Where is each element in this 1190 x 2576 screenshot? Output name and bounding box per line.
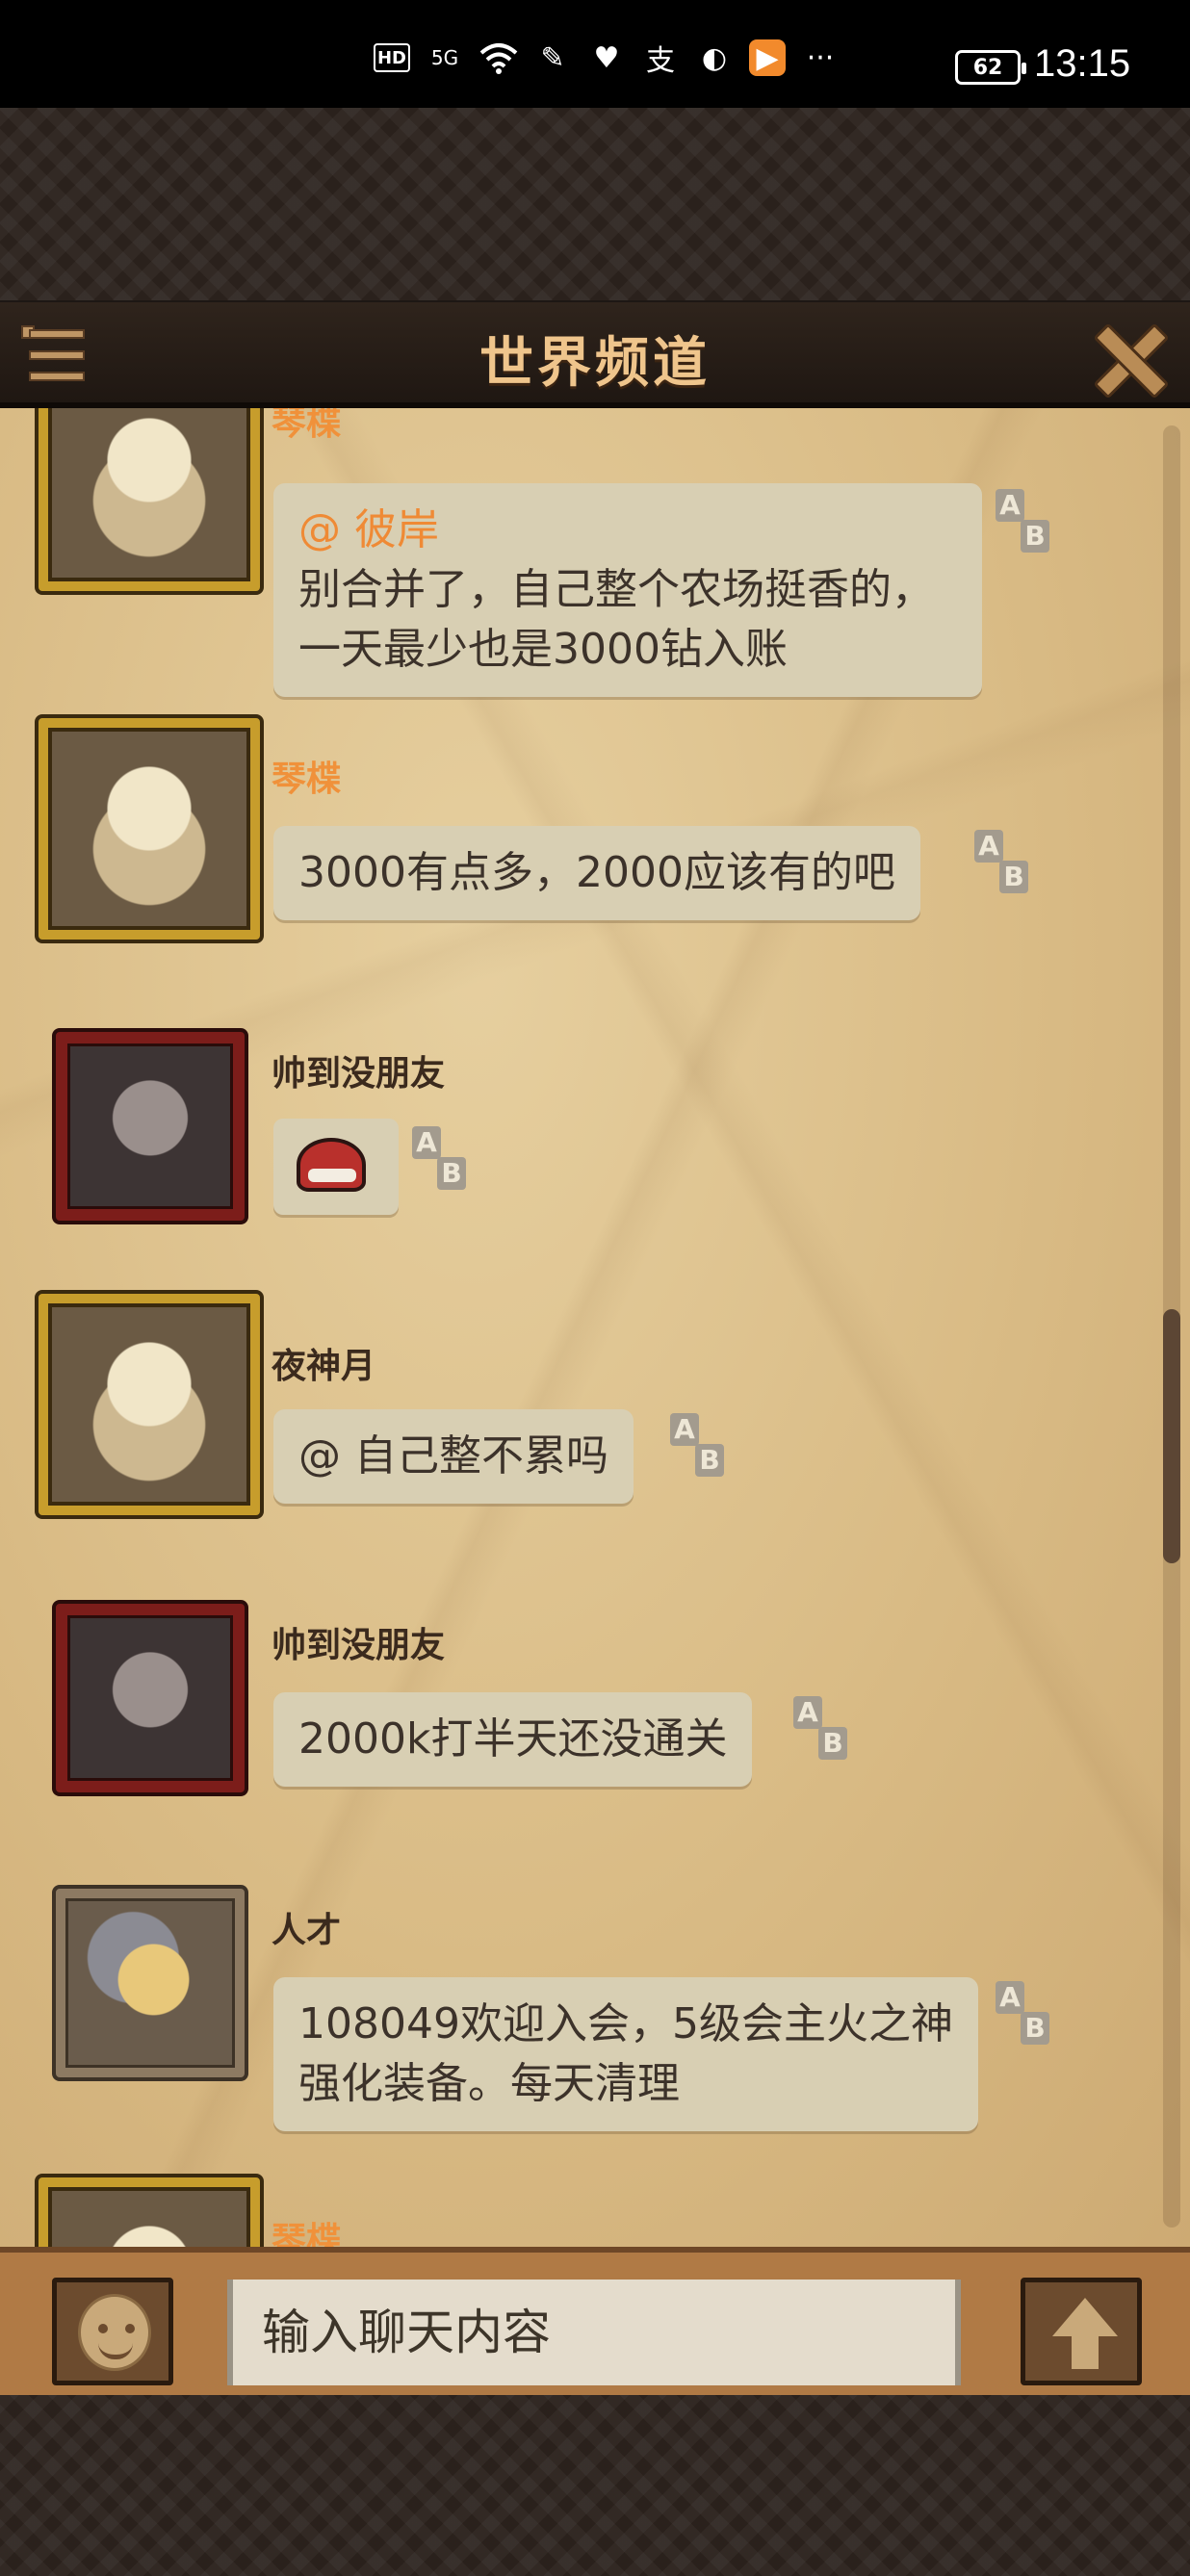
- sender-name[interactable]: 人才: [272, 1902, 341, 1952]
- user-avatar[interactable]: [39, 718, 260, 940]
- video-app-icon: ▶: [749, 39, 786, 76]
- hd-icon: HD: [374, 43, 410, 72]
- page-title: 世界频道: [479, 332, 711, 395]
- user-avatar[interactable]: [39, 1294, 260, 1515]
- sender-name[interactable]: 帅到没朋友: [272, 1617, 445, 1667]
- sender-name[interactable]: 琴楪: [272, 751, 341, 801]
- chat-input[interactable]: [227, 2280, 961, 2385]
- sticker-message[interactable]: [273, 1119, 399, 1215]
- emoji-button[interactable]: [52, 2278, 173, 2385]
- decorative-bottom-band: [0, 2395, 1190, 2576]
- channel-header: 世界频道: [0, 302, 1190, 408]
- battery-indicator: 62: [955, 50, 1026, 85]
- chat-message-list[interactable]: 琴楪 @ 彼岸 别合并了，自己整个农场挺香的，一天最少也是3000钻入账 A B…: [0, 408, 1190, 2247]
- more-notifications-icon: ···: [806, 40, 835, 75]
- message-bubble[interactable]: 2000k打半天还没通关: [273, 1692, 753, 1787]
- send-arrow-icon: [1052, 2298, 1118, 2336]
- scrollbar-thumb[interactable]: [1163, 1309, 1180, 1563]
- sender-name[interactable]: 帅到没朋友: [272, 1045, 445, 1095]
- translate-icon[interactable]: A B: [992, 487, 1055, 556]
- sender-name[interactable]: 琴楪: [272, 408, 341, 445]
- message-bubble[interactable]: 108049欢迎入会，5级会主火之神强化装备。每天清理: [273, 1977, 978, 2131]
- translate-icon[interactable]: A B: [970, 828, 1034, 897]
- translate-icon[interactable]: A B: [408, 1124, 472, 1194]
- browser-icon: ◐: [701, 40, 728, 75]
- health-icon: ♥: [593, 40, 620, 75]
- user-avatar[interactable]: [56, 1604, 245, 1792]
- wifi-icon: [479, 39, 518, 77]
- app-notification-icon: ✎: [540, 40, 565, 75]
- red-hat-sticker-icon: [297, 1138, 366, 1192]
- status-icons: HD 5G ✎ ♥ 支 ◐ ▶ ···: [374, 39, 840, 78]
- alipay-icon: 支: [646, 44, 675, 78]
- message-bubble[interactable]: @ 自己整不累吗: [273, 1409, 634, 1504]
- user-avatar[interactable]: [39, 408, 260, 591]
- message-bubble[interactable]: 3000有点多，2000应该有的吧: [273, 826, 920, 920]
- decorative-top-band: [0, 108, 1190, 300]
- sender-name[interactable]: 琴楪: [272, 2212, 341, 2247]
- user-avatar[interactable]: [56, 1032, 245, 1221]
- chat-input-bar: [0, 2247, 1190, 2395]
- message-text: 别合并了，自己整个农场挺香的，一天最少也是3000钻入账: [298, 565, 934, 674]
- user-avatar[interactable]: [39, 2177, 260, 2247]
- translate-icon[interactable]: A B: [666, 1411, 730, 1481]
- message-bubble[interactable]: @ 彼岸 别合并了，自己整个农场挺香的，一天最少也是3000钻入账: [273, 483, 982, 697]
- status-time: 13:15: [1034, 42, 1131, 85]
- status-bar: HD 5G ✎ ♥ 支 ◐ ▶ ··· 62 13:15: [0, 0, 1190, 108]
- translate-icon[interactable]: A B: [789, 1694, 853, 1764]
- mention-text[interactable]: @ 彼岸: [298, 501, 957, 560]
- emoji-face-icon: [78, 2294, 151, 2371]
- translate-icon[interactable]: A B: [992, 1979, 1055, 2048]
- send-button[interactable]: [1021, 2278, 1142, 2385]
- sender-name[interactable]: 夜神月: [272, 1338, 375, 1388]
- signal-icon: 5G: [430, 46, 459, 69]
- close-button[interactable]: [1090, 320, 1163, 393]
- user-avatar[interactable]: [56, 1889, 245, 2077]
